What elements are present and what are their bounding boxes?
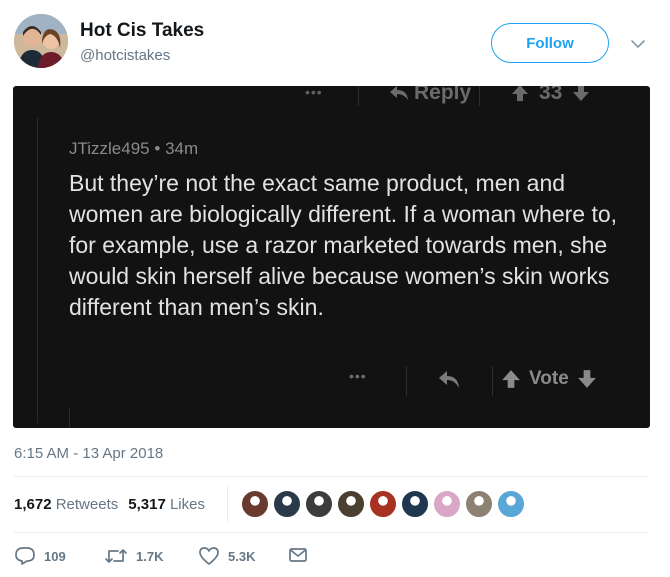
envelope-icon	[289, 548, 307, 562]
embedded-score: 33	[539, 86, 563, 104]
embedded-bottom-action-bar: ••• Vote	[13, 366, 650, 398]
chevron-down-icon[interactable]	[628, 34, 648, 54]
liker-avatar[interactable]	[304, 489, 334, 519]
divider	[492, 366, 493, 396]
tweet-actions: 109 1.7K 5.3K	[14, 546, 334, 570]
embedded-vote-label: Vote	[529, 368, 569, 389]
divider	[227, 485, 228, 523]
liker-avatar[interactable]	[432, 489, 462, 519]
downvote-icon	[577, 370, 596, 388]
comment-body: But they’re not the exact same product, …	[69, 170, 618, 320]
author-avatar[interactable]	[14, 14, 68, 68]
liker-avatar[interactable]	[496, 489, 526, 519]
avatar-photo-icon	[14, 14, 68, 68]
likers-avatars	[240, 489, 526, 519]
comment-meta: JTizzle495 • 34m	[69, 139, 198, 159]
heart-icon	[199, 547, 219, 565]
liker-avatar[interactable]	[336, 489, 366, 519]
embedded-bottom-votes: Vote	[501, 368, 597, 390]
retweet-action[interactable]: 1.7K	[104, 546, 163, 566]
liker-avatar[interactable]	[464, 489, 494, 519]
reply-arrow-icon	[390, 86, 408, 100]
retweets-count: 1,672	[14, 496, 52, 513]
embedded-comment-screenshot[interactable]: ••• Reply 33 JTizzle495 • 34m But they’r…	[13, 86, 650, 428]
reply-action[interactable]: 109	[14, 546, 66, 566]
meta-separator: •	[154, 139, 161, 158]
likes-count: 5,317	[128, 496, 166, 513]
liker-avatar[interactable]	[272, 489, 302, 519]
tweet-timestamp[interactable]: 6:15 AM - 13 Apr 2018	[14, 445, 163, 462]
divider	[406, 366, 407, 396]
retweet-count: 1.7K	[136, 548, 164, 564]
upvote-icon	[512, 86, 528, 101]
retweets-label: Retweets	[55, 496, 119, 513]
reply-icon	[15, 547, 35, 565]
likes-label: Likes	[169, 496, 205, 513]
divider	[479, 86, 480, 106]
comment-username: JTizzle495	[69, 139, 150, 158]
upvote-icon	[502, 370, 520, 388]
more-dots-icon: •••	[305, 86, 323, 100]
embedded-top-votes: 33	[511, 86, 590, 105]
divider	[14, 476, 648, 477]
divider	[358, 86, 359, 106]
embedded-reply: Reply	[388, 86, 471, 105]
liker-avatar[interactable]	[400, 489, 430, 519]
liker-avatar[interactable]	[240, 489, 270, 519]
tweet-header: Hot Cis Takes @hotcistakes Follow	[0, 0, 670, 82]
divider	[14, 532, 648, 533]
downvote-icon	[573, 86, 590, 101]
thread-line	[69, 408, 70, 428]
liker-avatar[interactable]	[368, 489, 398, 519]
embedded-reply-label: Reply	[414, 86, 472, 104]
reply-count: 109	[44, 548, 66, 564]
retweet-icon	[105, 549, 127, 563]
comment-age: 34m	[165, 139, 199, 158]
retweets-stat[interactable]: 1,672 Retweets	[14, 496, 118, 513]
reply-arrow-icon	[439, 371, 459, 388]
likes-stat[interactable]: 5,317 Likes	[128, 496, 205, 513]
more-dots-icon: •••	[349, 368, 367, 384]
like-action[interactable]: 5.3K	[198, 546, 255, 566]
follow-button[interactable]: Follow	[491, 23, 609, 63]
direct-message-action[interactable]	[288, 546, 308, 564]
author-display-name[interactable]: Hot Cis Takes	[80, 20, 204, 42]
like-count: 5.3K	[228, 548, 256, 564]
author-handle[interactable]: @hotcistakes	[80, 47, 170, 64]
tweet-stats: 1,672 Retweets 5,317 Likes	[14, 496, 205, 513]
embedded-top-action-bar: ••• Reply 33	[13, 86, 650, 108]
